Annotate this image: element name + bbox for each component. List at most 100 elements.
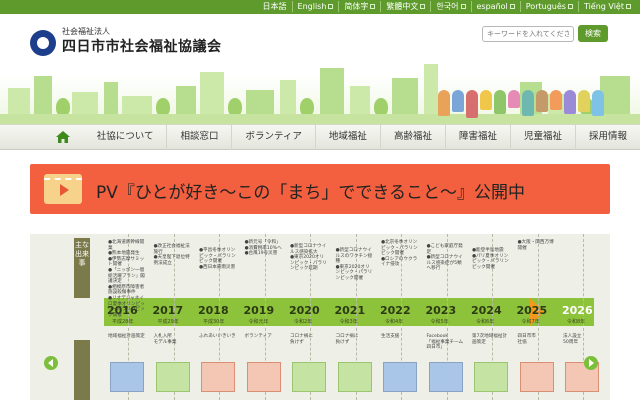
activity-note: コロナ禍に 負けず	[290, 334, 313, 345]
nav-item[interactable]: 地域福祉	[314, 124, 380, 150]
nav-item[interactable]: ボランティア	[231, 124, 314, 150]
activity-note: コロナ禍に 負けず	[335, 334, 359, 345]
activity-note: 生活支援	[381, 334, 400, 339]
language-link[interactable]: 繁體中文	[380, 1, 430, 12]
year-label: 2017	[152, 304, 184, 317]
language-bar: 日本語 English 简体字 繁體中文 한국어 español Português Tiến…	[0, 0, 640, 14]
nav-item[interactable]: 採用情報	[574, 124, 640, 150]
page: 日本語 English 简体字 繁體中文 한국어 español Português Tiến…	[0, 0, 640, 400]
era-label: 平成30年	[203, 319, 225, 325]
year-label: 2020	[289, 304, 320, 317]
language-label: 한국어	[436, 2, 459, 11]
external-link-icon	[509, 4, 515, 9]
external-link-icon	[370, 4, 376, 9]
activity-thumbnail[interactable]	[246, 362, 281, 392]
activity-note: 四日市市 社協	[517, 334, 536, 345]
people-illustration	[438, 90, 604, 118]
language-link[interactable]: 한국어	[430, 1, 470, 12]
nav-items: 社協について 相談窓口 ボランティア 地域福祉 高齢福祉 障害福祉 児童福祉 採用情報	[74, 124, 640, 150]
event-note: ●北海道新幹線開業 ●熊本地震発生 ●伊勢志摩サミット開催 ●「ニッポン一億総活…	[108, 240, 145, 318]
global-nav: 社協について 相談窓口 ボランティア 地域福祉 高齢福祉 障害福祉 児童福祉 採用情報	[0, 124, 640, 150]
external-link-icon	[328, 4, 334, 9]
nav-item[interactable]: 障害福祉	[444, 124, 510, 150]
year-label: 2024	[471, 304, 502, 317]
timeline-label-activities	[74, 340, 90, 400]
activity-thumbnail[interactable]	[383, 362, 417, 392]
activity-thumbnail[interactable]	[292, 362, 326, 392]
language-label: English	[297, 2, 327, 11]
activity-thumbnail[interactable]	[201, 362, 235, 392]
activity-note: 地域福祉計画策定	[108, 334, 145, 339]
language-link[interactable]: 简体字	[338, 1, 380, 12]
town-illustration	[0, 54, 640, 124]
era-label: 平成28年	[112, 319, 134, 325]
year-label: 2025	[516, 304, 548, 317]
year-label: 2023	[425, 304, 457, 317]
event-note: ●こども家庭庁発足 ●新型コロナウイルス感染症が5類へ移行	[426, 244, 463, 272]
year-label: 2022	[380, 304, 411, 317]
timeline-label-events: 主な出来事	[74, 238, 90, 298]
nav-home[interactable]	[52, 127, 74, 147]
pv-banner-text: PV『ひとが好き～この「まち」でできること～』公開中	[96, 183, 526, 203]
search-input[interactable]	[482, 26, 574, 42]
pv-banner[interactable]: PV『ひとが好き～この「まち」でできること～』公開中	[30, 164, 610, 214]
language-label: Português	[525, 2, 566, 11]
event-note: ●能登半島地震 ●パリ夏季オリンピック・パラリンピック開催	[472, 248, 509, 270]
activity-note: 入札入所 モデル事業	[153, 334, 177, 345]
language-label: 繁體中文	[386, 2, 419, 11]
nav-item[interactable]: 相談窓口	[166, 124, 231, 150]
language-label: español	[476, 2, 508, 11]
activity-note: ふれあいいきいき	[199, 334, 236, 339]
nav-item[interactable]: 児童福祉	[509, 124, 575, 150]
event-note: ●改正社会福祉法施行 ●天皇陛下退位特例法成立	[153, 244, 190, 266]
nav-item[interactable]: 社協について	[84, 124, 167, 150]
year-label: 2021	[334, 304, 366, 317]
house-icon	[55, 131, 70, 143]
activity-note: 第7次地域福祉計画策定	[472, 334, 508, 345]
year-label: 2026	[562, 304, 593, 317]
activity-thumbnail[interactable]	[474, 362, 508, 392]
org-name[interactable]: 四日市市社会福祉協議会	[62, 36, 222, 56]
year-label: 2018	[198, 304, 229, 317]
activity-thumbnail[interactable]	[110, 362, 144, 392]
external-link-icon	[420, 4, 426, 9]
language-list: 日本語 English 简体字 繁體中文 한국어 español Português Tiến…	[258, 1, 636, 12]
era-label: 令和8年	[567, 319, 586, 325]
era-label: 令和7年	[521, 319, 540, 325]
external-link-icon	[626, 4, 631, 9]
external-link-icon	[460, 4, 466, 9]
language-link[interactable]: 日本語	[258, 1, 292, 12]
language-label: 简体字	[344, 2, 369, 11]
era-label: 令和2年	[294, 319, 313, 325]
era-label: 平成29年	[157, 319, 179, 325]
activity-thumbnail[interactable]	[337, 362, 372, 392]
site-header: 社会福祉法人 四日市市社会福祉協議会 検索	[0, 14, 640, 124]
external-link-icon	[567, 4, 573, 9]
nav-item[interactable]: 高齢福祉	[379, 124, 445, 150]
timeline-prev-button[interactable]	[44, 356, 58, 370]
language-label: Tiếng Việt	[583, 2, 624, 11]
search-button[interactable]: 検索	[578, 25, 608, 42]
language-link[interactable]: Português	[519, 1, 578, 12]
language-link[interactable]: español	[470, 1, 520, 12]
activity-note: ボランティア	[244, 334, 272, 339]
activity-note: 法人設立 50周年	[563, 334, 582, 345]
era-label: 令和元年	[248, 319, 269, 325]
language-link[interactable]: Tiếng Việt	[577, 1, 636, 12]
activity-note: Facebook 「福祉事業チーム四日市」	[426, 334, 464, 351]
era-label: 令和6年	[476, 319, 495, 325]
era-label: 令和4年	[385, 319, 404, 325]
activity-thumbnail[interactable]	[519, 362, 554, 392]
event-note: ●北京冬季オリンピック・パラリンピック開催 ●ロシアのウクライナ侵攻	[381, 240, 418, 268]
language-link[interactable]: English	[291, 1, 339, 12]
year-label: 2019	[243, 304, 275, 317]
event-note: ●新型コロナウイルス感染拡大 ●東京2020オリンピック・パラリンピック延期	[290, 244, 327, 272]
event-note: ●新型コロナウイルスのワクチン接種 ●東京2020オリンピック・パラリンピック開…	[335, 248, 373, 281]
org-logo[interactable]	[30, 30, 56, 56]
era-label: 令和3年	[339, 319, 358, 325]
activity-thumbnail[interactable]	[155, 362, 190, 392]
film-play-icon	[44, 174, 82, 204]
activity-thumbnail[interactable]	[428, 362, 463, 392]
event-note: ●大阪・関西万博開催	[517, 240, 554, 251]
timeline-next-button[interactable]	[584, 356, 598, 370]
